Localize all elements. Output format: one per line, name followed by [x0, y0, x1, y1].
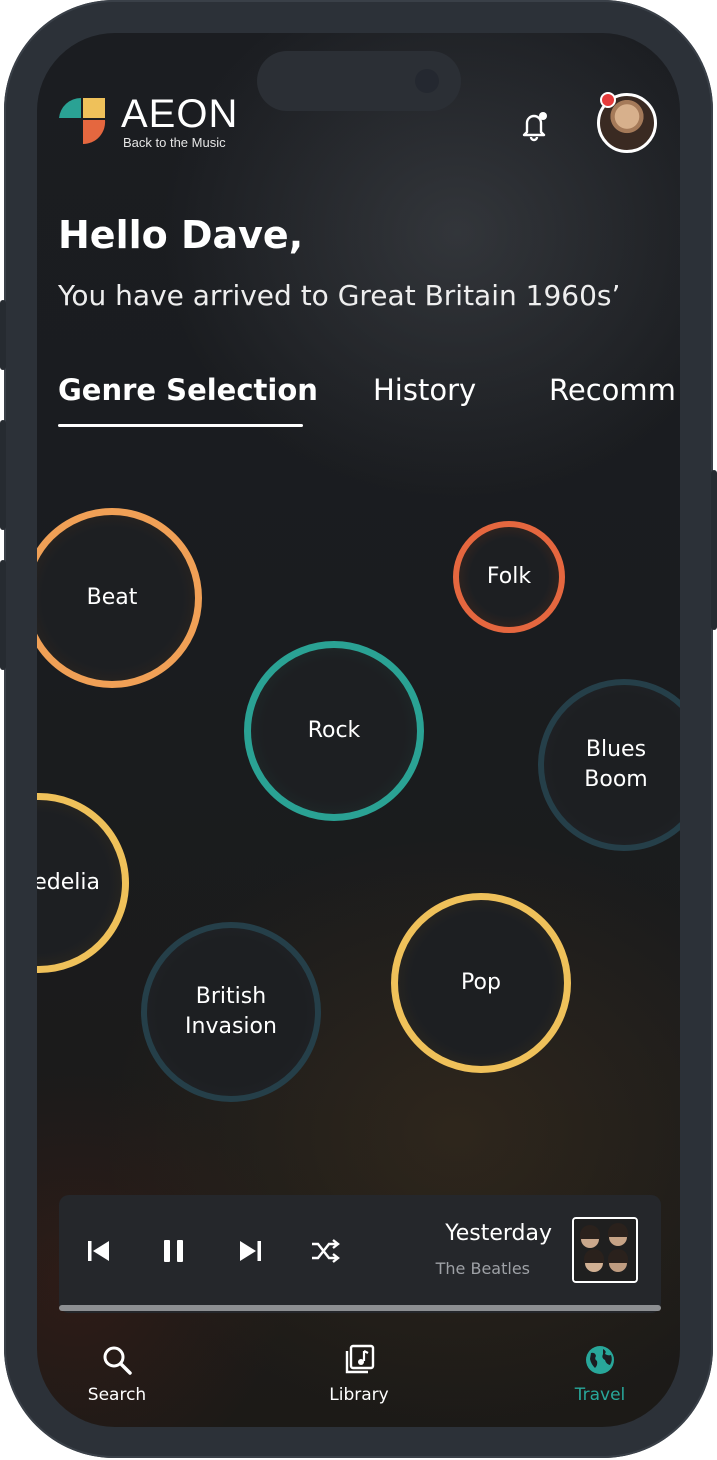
side-button [0, 560, 6, 670]
genre-label: nedelia [37, 870, 100, 895]
tab-recommendations[interactable]: Recomm [549, 373, 676, 407]
globe-icon [586, 1346, 614, 1374]
genre-bubble-blues-boom[interactable]: Blues Boom [538, 679, 680, 851]
genre-bubble-pop[interactable]: Pop [391, 893, 571, 1073]
app-screen: AEON Back to the Music Hello Dave, You h… [37, 33, 680, 1427]
pause-icon[interactable] [156, 1233, 192, 1269]
playback-progress[interactable] [59, 1305, 661, 1311]
now-playing-bar[interactable] [59, 1195, 661, 1313]
genre-bubble-psychedelia[interactable]: nedelia [37, 793, 129, 973]
dynamic-island [257, 51, 461, 111]
library-icon [345, 1344, 375, 1374]
genre-label: Folk [486, 564, 532, 589]
genre-bubble-folk[interactable]: Folk [453, 521, 565, 633]
album-art[interactable] [572, 1217, 638, 1283]
album-art-icon [574, 1219, 636, 1281]
notification-dot [600, 92, 616, 108]
genre-bubble-british-invasion[interactable]: British Invasion [141, 922, 321, 1102]
next-icon[interactable] [232, 1233, 268, 1269]
greeting-title: Hello Dave, [58, 213, 304, 257]
genre-label: British Invasion [185, 984, 277, 1039]
side-button [0, 420, 6, 530]
search-icon [103, 1346, 132, 1375]
greeting-subtitle: You have arrived to Great Britain 1960s’ [58, 279, 621, 312]
nav-search[interactable]: Search [57, 1343, 177, 1405]
nav-library[interactable]: Library [299, 1343, 419, 1405]
side-button [0, 300, 6, 370]
nav-travel[interactable]: Travel [540, 1343, 660, 1405]
genre-label: Beat [86, 585, 138, 610]
genre-bubble-rock[interactable]: Rock [244, 641, 424, 821]
brand-name: AEON [121, 92, 239, 136]
aeon-logo-icon [59, 97, 106, 145]
genre-label: Pop [461, 970, 501, 995]
active-tab-indicator [58, 424, 303, 427]
tab-history[interactable]: History [373, 373, 476, 407]
side-button [711, 470, 717, 630]
song-title: Yesterday [445, 1221, 552, 1246]
bell-icon[interactable] [517, 108, 551, 142]
song-artist: The Beatles [435, 1259, 530, 1278]
shuffle-icon[interactable] [307, 1233, 343, 1269]
nav-label: Travel [574, 1385, 626, 1405]
genre-label: Rock [307, 718, 361, 743]
nav-label: Library [329, 1385, 389, 1405]
genre-label: Blues Boom [584, 737, 648, 792]
nav-label: Search [87, 1385, 147, 1405]
tab-genre-selection[interactable]: Genre Selection [58, 373, 318, 407]
previous-icon[interactable] [81, 1233, 117, 1269]
brand-tagline: Back to the Music [123, 135, 226, 150]
genre-bubble-beat[interactable]: Beat [37, 508, 202, 688]
